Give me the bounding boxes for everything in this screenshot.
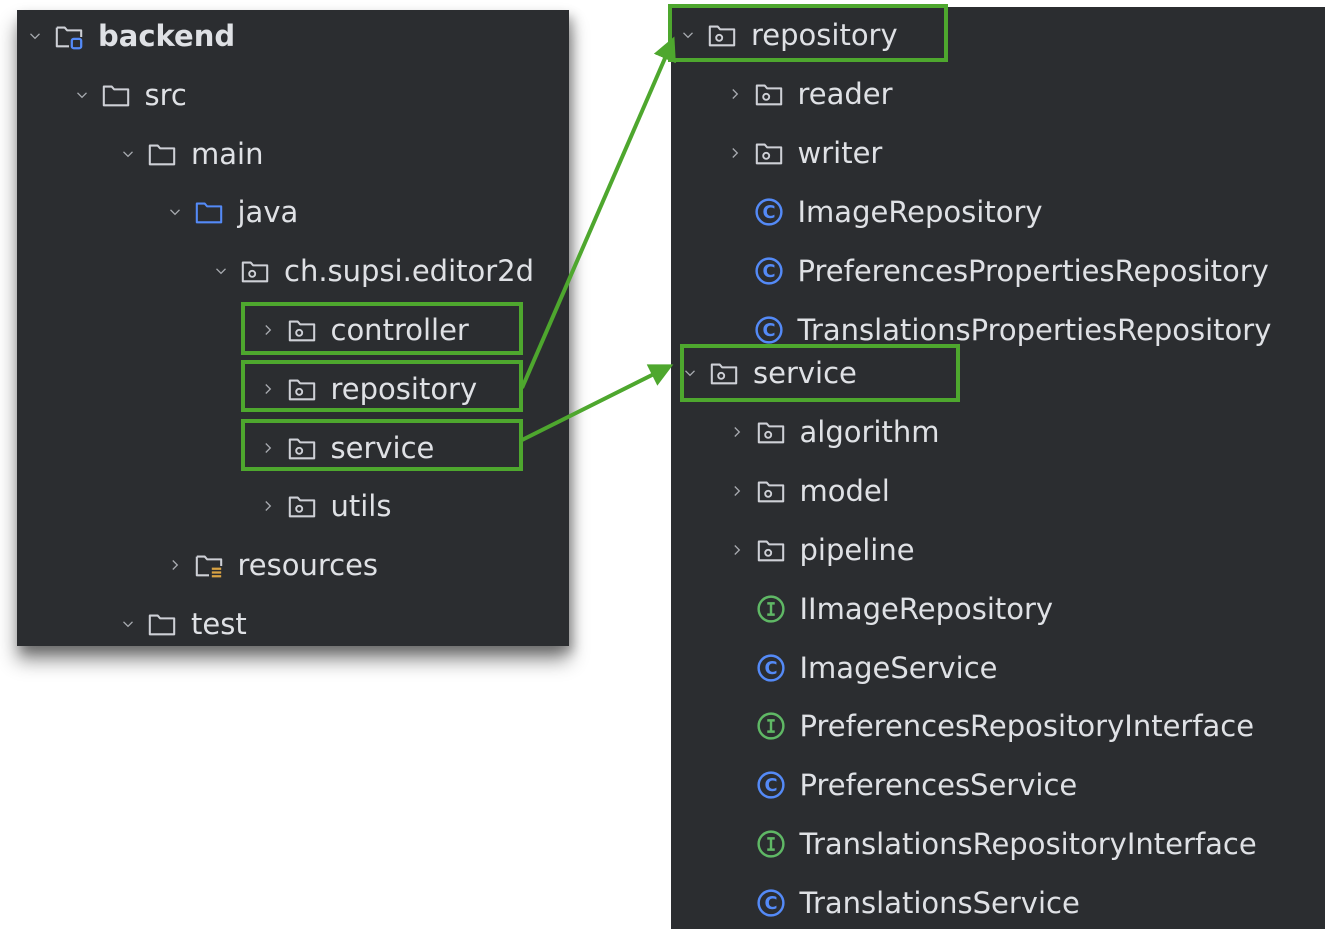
tree-item-label: utils (330, 489, 392, 524)
tree-item-label: service (753, 356, 857, 390)
tree-item-label: controller (330, 313, 469, 347)
chevron-down-icon[interactable] (160, 192, 190, 232)
chevron-down-icon[interactable] (113, 604, 143, 644)
tree-item-label: resources (237, 548, 379, 583)
svg-text:C: C (762, 202, 775, 223)
chevron-right-icon[interactable] (722, 412, 752, 452)
tree-item-label: ImageRepository (797, 194, 1043, 229)
tree-item-label: java (237, 195, 299, 230)
chevron-right-icon[interactable] (253, 369, 283, 409)
chevron-down-icon[interactable] (113, 134, 143, 174)
chevron-down-icon[interactable] (206, 251, 236, 291)
svg-text:C: C (762, 261, 775, 282)
package-icon (754, 471, 788, 511)
class-icon: C (754, 648, 788, 688)
chevron-down-icon[interactable] (20, 16, 50, 56)
class-icon: C (752, 251, 786, 291)
class-icon: C (754, 883, 788, 923)
tree-item-label: backend (98, 19, 236, 53)
chevron-right-icon[interactable] (160, 545, 190, 585)
package-icon (752, 74, 786, 114)
chevron-down-icon[interactable] (67, 75, 97, 115)
resources-folder-icon (192, 545, 226, 585)
chevron-right-icon[interactable] (722, 471, 752, 511)
package-icon (754, 530, 788, 570)
package-icon (285, 310, 319, 350)
tree-item-label: TranslationsService (799, 886, 1080, 921)
tree-item-label: TranslationsRepositoryInterface (799, 827, 1257, 862)
tree-item-label: model (799, 473, 890, 508)
folder-icon (99, 75, 133, 115)
tree-item-label: ImageService (799, 650, 998, 685)
package-icon (754, 412, 788, 452)
class-icon: C (752, 310, 786, 350)
chevron-right-icon[interactable] (253, 428, 283, 468)
tree-item-label: PreferencesRepositoryInterface (799, 709, 1255, 744)
chevron-right-icon[interactable] (720, 133, 750, 173)
package-icon (707, 353, 741, 393)
interface-icon (754, 824, 788, 864)
tree-item-label: PreferencesService (799, 768, 1078, 803)
package-icon (705, 15, 739, 55)
tree-item-label: test (191, 607, 247, 641)
svg-text:C: C (764, 893, 777, 914)
package-icon (285, 428, 319, 468)
interface-icon (754, 706, 788, 746)
tree-item-label: writer (797, 135, 883, 170)
tree-item-label: pipeline (799, 532, 915, 567)
svg-text:C: C (764, 658, 777, 679)
chevron-down-icon[interactable] (673, 15, 703, 55)
tree-item-label: repository (330, 371, 478, 406)
package-icon (285, 486, 319, 526)
chevron-down-icon[interactable] (675, 353, 705, 393)
chevron-right-icon[interactable] (253, 310, 283, 350)
tree-item-label: reader (797, 76, 893, 111)
module-folder-icon (52, 16, 86, 56)
chevron-right-icon[interactable] (253, 486, 283, 526)
class-icon: C (752, 192, 786, 232)
chevron-right-icon[interactable] (720, 74, 750, 114)
folder-icon (145, 134, 179, 174)
tree-item-label: PreferencesPropertiesRepository (797, 253, 1269, 288)
source-folder-icon (192, 192, 226, 232)
tree-item-label: src (144, 77, 187, 112)
tree-item-label: TranslationsPropertiesRepository (797, 312, 1272, 347)
class-icon: C (754, 765, 788, 805)
package-icon (285, 369, 319, 409)
svg-text:C: C (762, 320, 775, 341)
svg-text:C: C (764, 775, 777, 796)
tree-item-label: main (191, 136, 264, 171)
folder-icon (145, 604, 179, 644)
package-icon (752, 133, 786, 173)
tree-item-label: algorithm (799, 414, 940, 449)
chevron-right-icon[interactable] (722, 530, 752, 570)
tree-item-label: repository (751, 18, 898, 52)
package-icon (238, 251, 272, 291)
tree-item-label: service (330, 430, 435, 465)
interface-icon (754, 589, 788, 629)
tree-item-label: ch.supsi.editor2d (284, 254, 535, 289)
tree-item-label: IImageRepository (799, 591, 1054, 626)
